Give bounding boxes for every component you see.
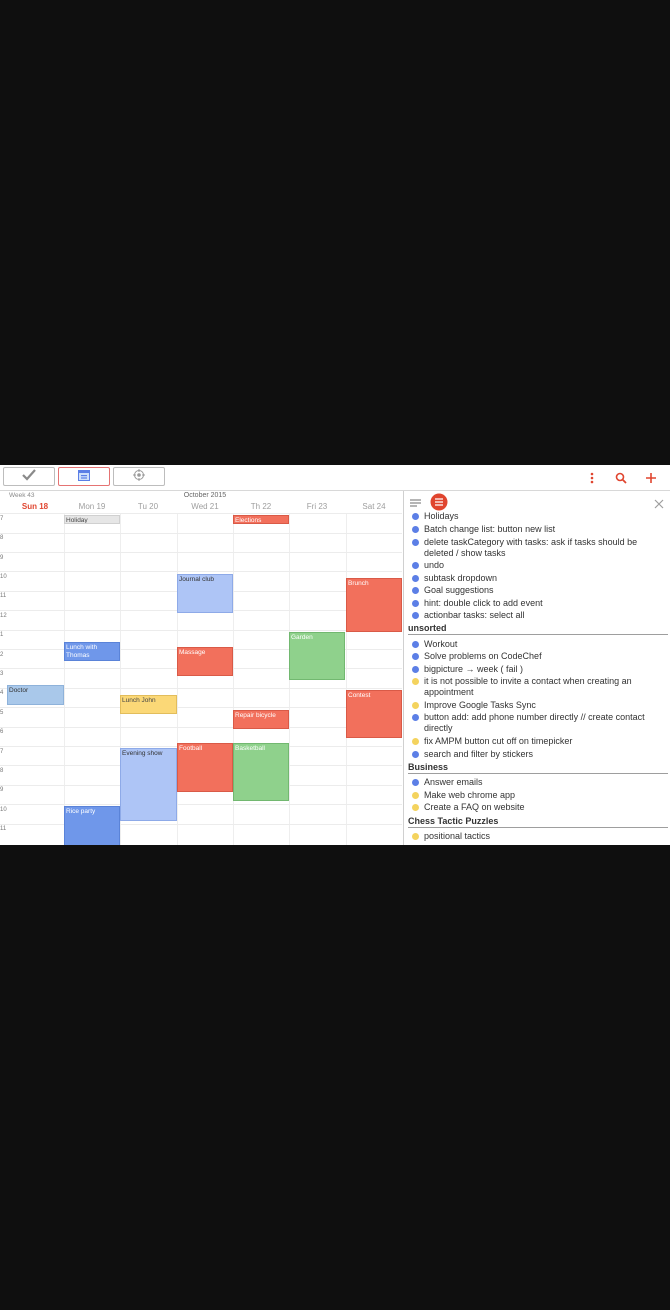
- list-icon[interactable]: [410, 496, 422, 514]
- event-lunch-with-thomas[interactable]: Lunch with Thomas: [64, 642, 120, 661]
- hour-label: 10: [0, 574, 7, 580]
- event-garden[interactable]: Garden: [289, 632, 345, 680]
- task-color-dot: [412, 833, 419, 840]
- task-color-dot: [412, 513, 419, 520]
- hour-label: 12: [0, 613, 7, 619]
- section-header[interactable]: Business: [408, 762, 668, 774]
- goals-view-button[interactable]: [113, 467, 165, 486]
- task-color-dot: [412, 562, 419, 569]
- hour-label: 9: [0, 787, 4, 793]
- hour-label: 2: [0, 652, 4, 658]
- task-color-dot: [412, 526, 419, 533]
- event-journal-club[interactable]: Journal club: [177, 574, 233, 613]
- hour-label: 11: [0, 826, 7, 832]
- task-color-dot: [412, 678, 419, 685]
- hour-label: 10: [0, 807, 7, 813]
- event-evening-show[interactable]: Evening show: [120, 748, 177, 821]
- hour-line: [0, 707, 402, 708]
- week-calendar: Week 43 October 2015 Sun 18 Mon 19 Tu 20…: [0, 491, 402, 845]
- event-elections[interactable]: Elections: [233, 515, 289, 524]
- hour-line: [0, 824, 402, 825]
- section-header[interactable]: Chess Tactic Puzzles: [408, 816, 668, 828]
- month-label: October 2015: [183, 492, 227, 499]
- task-color-dot: [412, 641, 419, 648]
- hour-label: 5: [0, 710, 4, 716]
- more-vert-icon[interactable]: [583, 469, 601, 487]
- hour-label: 8: [0, 535, 4, 541]
- task-color-dot: [412, 666, 419, 673]
- event-football[interactable]: Football: [177, 743, 233, 792]
- event-basketball[interactable]: Basketball: [233, 743, 289, 801]
- task-color-dot: [412, 539, 419, 546]
- add-icon[interactable]: [642, 469, 660, 487]
- day-divider: [64, 513, 65, 845]
- target-icon: [133, 468, 145, 486]
- day-divider: [177, 513, 178, 845]
- calendar-icon: [78, 468, 90, 486]
- day-header[interactable]: Th 22: [233, 502, 289, 511]
- task-color-dot: [412, 714, 419, 721]
- hour-label: 7: [0, 749, 4, 755]
- task-color-dot: [412, 653, 419, 660]
- task-color-dot: [412, 792, 419, 799]
- hour-line: [0, 727, 402, 728]
- tasks-view-button[interactable]: [3, 467, 55, 486]
- check-icon: [22, 468, 36, 486]
- hour-line: [0, 804, 402, 805]
- day-header[interactable]: Tu 20: [120, 502, 176, 511]
- week-label: Week 43: [9, 492, 35, 499]
- task-color-dot: [412, 612, 419, 619]
- task-color-dot: [412, 575, 419, 582]
- hour-label: 6: [0, 729, 4, 735]
- task-color-dot: [412, 587, 419, 594]
- day-header[interactable]: Sun 18: [7, 502, 63, 511]
- hour-label: 3: [0, 671, 4, 677]
- day-header[interactable]: Mon 19: [64, 502, 120, 511]
- task-color-dot: [412, 779, 419, 786]
- section-header[interactable]: unsorted: [408, 623, 668, 635]
- event-rice-party[interactable]: Rice party: [64, 806, 120, 845]
- hour-line: [0, 533, 402, 534]
- event-massage[interactable]: Massage: [177, 647, 233, 676]
- task-color-dot: [412, 738, 419, 745]
- task-color-dot: [412, 600, 419, 607]
- hour-label: 4: [0, 690, 4, 696]
- task-color-dot: [412, 751, 419, 758]
- hour-line: [0, 552, 402, 553]
- hour-label: 7: [0, 516, 4, 522]
- event-contest[interactable]: Contest: [346, 690, 402, 738]
- app-screen: Week 43 October 2015 Sun 18 Mon 19 Tu 20…: [0, 465, 670, 845]
- day-header[interactable]: Wed 21: [177, 502, 233, 511]
- task-color-dot: [412, 702, 419, 709]
- event-repair-bicycle[interactable]: Repair bicycle: [233, 710, 289, 729]
- task-color-dot: [412, 804, 419, 811]
- event-lunch-john[interactable]: Lunch John: [120, 695, 177, 714]
- day-header[interactable]: Sat 24: [346, 502, 402, 511]
- toolbar: [0, 465, 670, 491]
- calendar-view-button[interactable]: [58, 467, 110, 486]
- hour-label: 11: [0, 593, 7, 599]
- hour-line: [0, 513, 402, 514]
- hour-label: 9: [0, 555, 4, 561]
- day-header[interactable]: Fri 23: [289, 502, 345, 511]
- hour-line: [0, 571, 402, 572]
- event-doctor[interactable]: Doctor: [7, 685, 64, 705]
- event-brunch[interactable]: Brunch: [346, 578, 402, 632]
- hour-label: 1: [0, 632, 4, 638]
- hour-label: 8: [0, 768, 4, 774]
- day-divider: [346, 513, 347, 845]
- search-icon[interactable]: [612, 469, 630, 487]
- event-holiday[interactable]: Holiday: [64, 515, 120, 524]
- hour-line: [0, 630, 402, 631]
- task-panel: Holidays Batch change list: button new l…: [403, 491, 670, 845]
